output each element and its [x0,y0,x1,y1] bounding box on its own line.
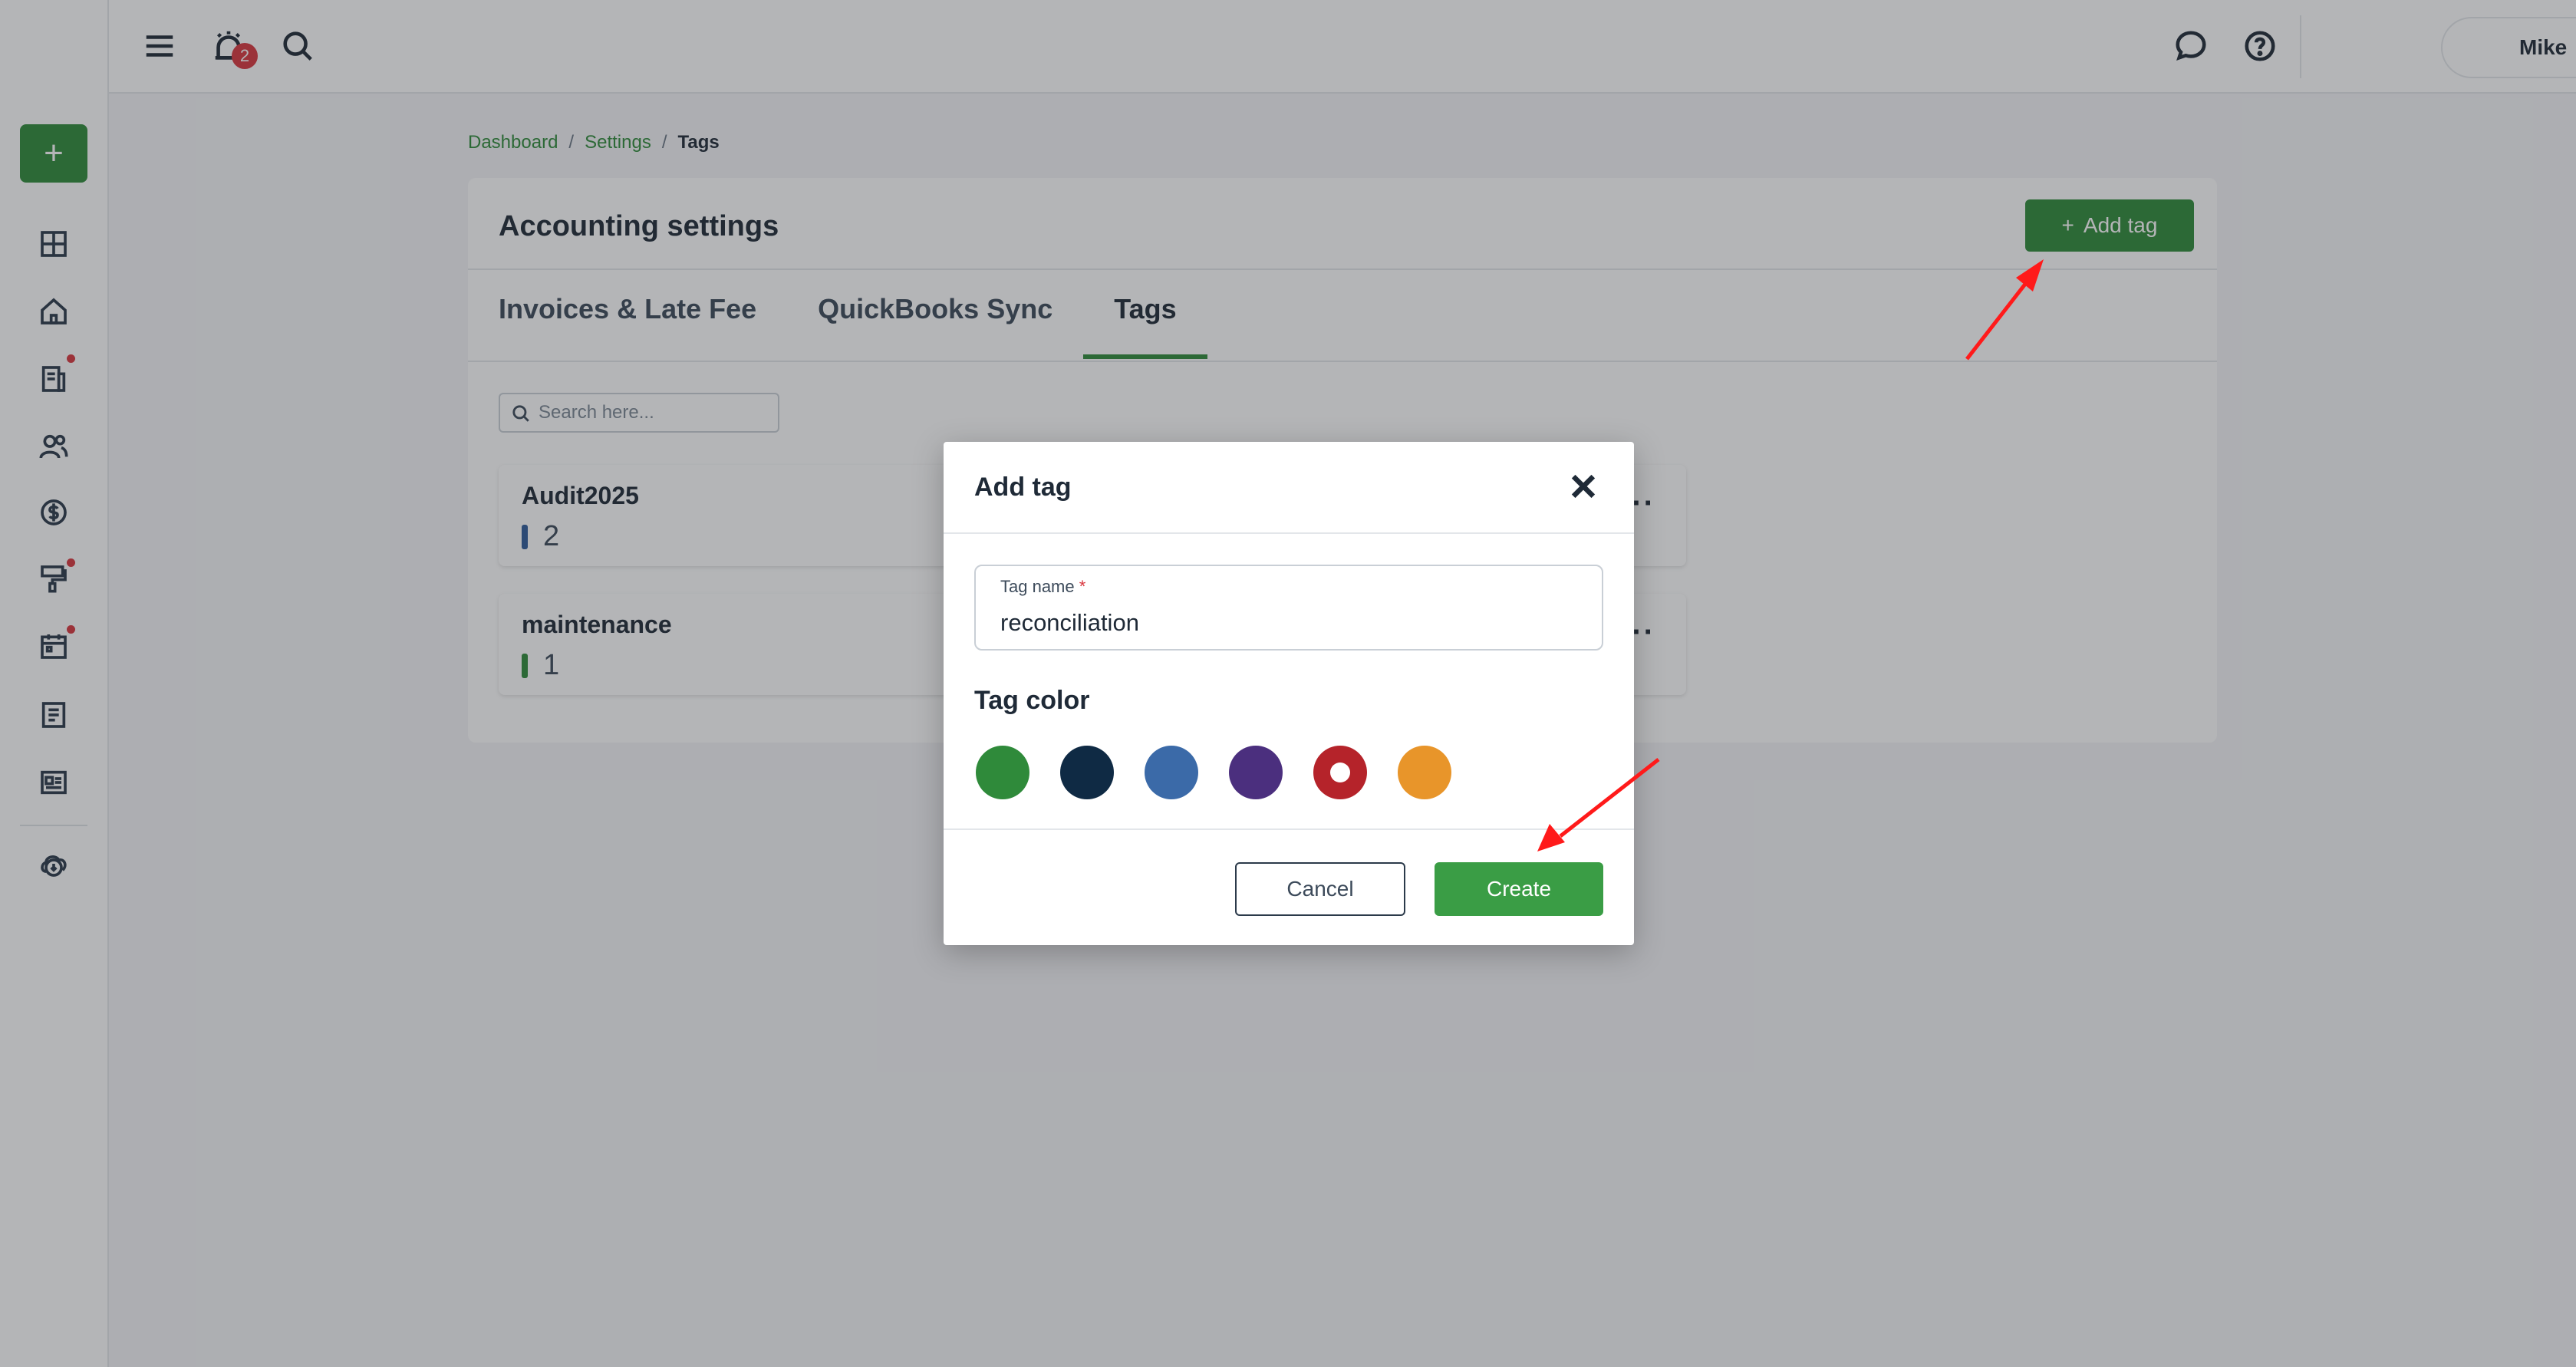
color-swatch-purple[interactable] [1229,746,1283,799]
required-mark: * [1079,577,1086,596]
tag-name-value: reconciliation [1000,609,1139,636]
color-swatch-red[interactable] [1313,746,1367,799]
tag-color-heading: Tag color [974,686,1090,715]
tag-name-field[interactable]: Tag name * reconciliation [974,565,1603,651]
color-swatch-navy[interactable] [1060,746,1114,799]
tag-name-label: Tag name * [1000,577,1085,597]
add-tag-dialog: Add tag Tag name * reconciliation Tag co… [944,442,1634,945]
dialog-footer-divider [944,828,1634,830]
color-swatch-blue[interactable] [1145,746,1198,799]
cancel-button[interactable]: Cancel [1235,862,1405,916]
tag-name-label-text: Tag name [1000,577,1075,596]
color-swatch-green[interactable] [976,746,1029,799]
close-icon[interactable] [1566,469,1600,503]
create-button[interactable]: Create [1435,862,1603,916]
dialog-title: Add tag [974,473,1072,502]
color-swatches [976,746,1451,799]
color-swatch-orange[interactable] [1398,746,1451,799]
dialog-header-divider [944,532,1634,534]
